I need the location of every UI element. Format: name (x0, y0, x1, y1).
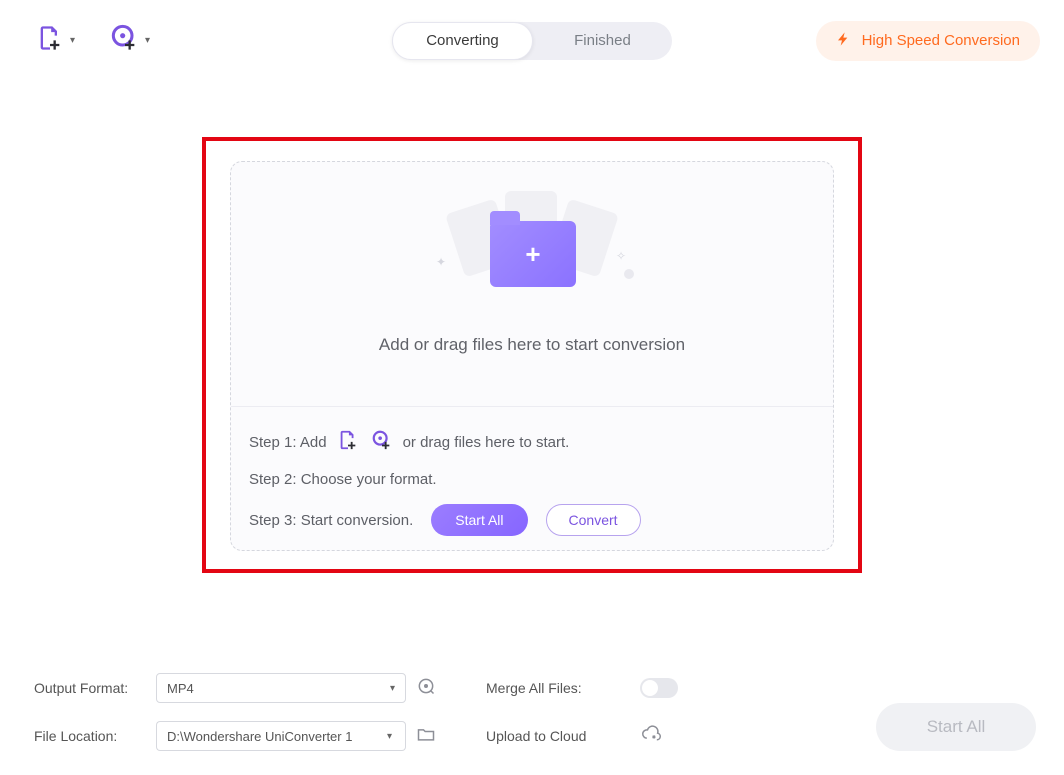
toolbar-left-group: ▾ ▾ (36, 24, 150, 57)
step-1-row: Step 1: Add or drag files here to start. (249, 429, 815, 455)
convert-button[interactable]: Convert (546, 504, 641, 536)
top-toolbar: ▾ ▾ Converting Finished High Speed Conve… (0, 0, 1064, 67)
drop-card[interactable]: + ✦ ✧ Add or drag files here to start co… (230, 161, 834, 551)
folder-plus-icon: + (490, 221, 576, 287)
file-location-dropdown[interactable]: ▾ (374, 721, 406, 751)
tab-switch: Converting Finished (392, 22, 672, 60)
add-file-icon[interactable] (337, 429, 359, 455)
tab-finished[interactable]: Finished (533, 22, 672, 60)
chevron-down-icon: ▾ (145, 35, 150, 46)
step-3-text: Step 3: Start conversion. (249, 512, 413, 529)
output-format-label: Output Format: (34, 680, 146, 696)
output-settings-icon[interactable] (416, 676, 450, 701)
add-disc-dropdown[interactable]: ▾ (111, 24, 150, 57)
file-location-value[interactable]: D:\Wondershare UniConverter 1 (156, 721, 374, 751)
file-location-field: D:\Wondershare UniConverter 1 ▾ (156, 721, 406, 751)
upload-cloud-icon[interactable] (640, 724, 710, 749)
upload-label: Upload to Cloud (486, 728, 630, 744)
sparkle-icon: ✧ (616, 249, 626, 263)
open-folder-icon[interactable] (416, 724, 450, 749)
add-file-dropdown[interactable]: ▾ (36, 24, 75, 57)
output-format-select[interactable]: MP4 ▾ (156, 673, 406, 703)
hsc-label: High Speed Conversion (862, 32, 1020, 49)
step-1a-text: Step 1: Add (249, 434, 327, 451)
bottom-bar: Output Format: MP4 ▾ Merge All Files: Fi… (0, 663, 1064, 775)
chevron-down-icon: ▾ (390, 683, 395, 694)
high-speed-conversion-pill[interactable]: High Speed Conversion (816, 21, 1040, 61)
drop-headline: Add or drag files here to start conversi… (379, 335, 685, 355)
step-1b-text: or drag files here to start. (403, 434, 570, 451)
highlight-box: + ✦ ✧ Add or drag files here to start co… (202, 137, 862, 573)
add-disc-icon[interactable] (371, 429, 393, 455)
dot-icon (624, 269, 634, 279)
add-file-icon (36, 24, 64, 57)
chevron-down-icon: ▾ (70, 35, 75, 46)
merge-label: Merge All Files: (486, 680, 630, 696)
start-all-main-button[interactable]: Start All (876, 703, 1036, 751)
sparkle-icon: ✦ (436, 255, 446, 269)
output-format-value: MP4 (167, 681, 194, 696)
lightning-icon (836, 30, 852, 52)
drop-illustration: + ✦ ✧ (442, 195, 622, 305)
step-2-text: Step 2: Choose your format. (249, 471, 815, 488)
steps-panel: Step 1: Add or drag files here to start.… (231, 407, 833, 550)
start-all-button[interactable]: Start All (431, 504, 527, 536)
step-3-row: Step 3: Start conversion. Start All Conv… (249, 504, 815, 536)
tab-converting[interactable]: Converting (392, 22, 533, 60)
add-disc-icon (111, 24, 139, 57)
file-location-label: File Location: (34, 728, 146, 744)
drop-zone[interactable]: + ✦ ✧ Add or drag files here to start co… (231, 162, 833, 407)
merge-toggle[interactable] (640, 678, 678, 698)
main-area: + ✦ ✧ Add or drag files here to start co… (0, 67, 1064, 573)
